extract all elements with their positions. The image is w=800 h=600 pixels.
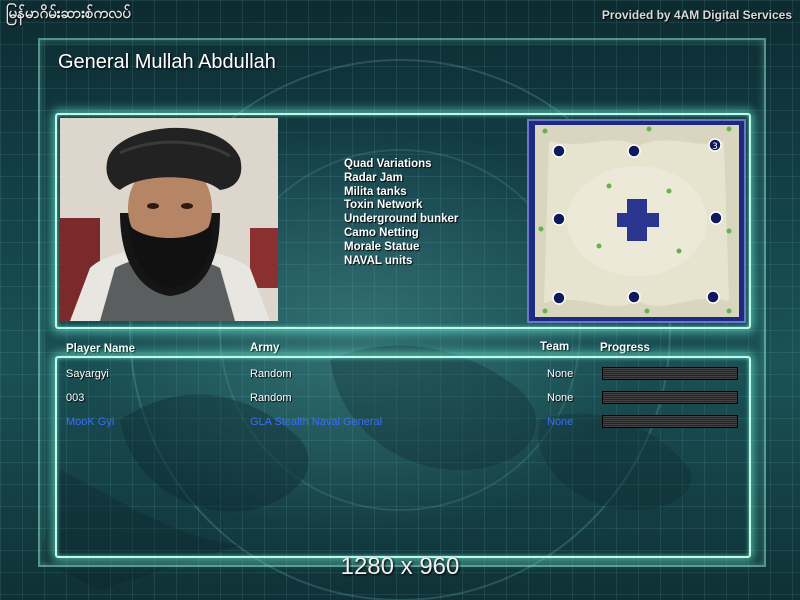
- player-row[interactable]: MooK Gyi GLA Stealth Naval General None: [0, 413, 800, 433]
- player-name: Sayargyi: [66, 368, 109, 380]
- player-list-panel: [55, 356, 751, 558]
- start-position-marker: [627, 290, 641, 304]
- player-army[interactable]: GLA Stealth Naval General: [250, 416, 382, 428]
- general-name: General Mullah Abdullah: [58, 51, 276, 73]
- player-progress-bar: [602, 415, 738, 428]
- player-team[interactable]: None: [547, 392, 573, 404]
- start-position-marker: [552, 144, 566, 158]
- resolution-label: 1280 x 960: [340, 553, 460, 580]
- player-army[interactable]: Random: [250, 392, 292, 404]
- player-name: MooK Gyi: [66, 416, 115, 428]
- upgrade-item: Milita tanks: [344, 185, 407, 198]
- start-position-marker: [552, 291, 566, 305]
- upgrade-item: Quad Variations: [344, 158, 432, 170]
- upgrade-item: Morale Statue: [344, 240, 420, 253]
- upgrade-item: Radar Jam: [344, 171, 403, 184]
- general-upgrades-list: Quad Variations Radar Jam Milita tanks T…: [344, 158, 458, 268]
- upgrade-item: NAVAL units: [344, 254, 413, 267]
- player-team[interactable]: None: [547, 368, 573, 380]
- start-position-marker: [706, 290, 720, 304]
- club-title: မြန်မာဂိမ်းဆားစ်ကလပ်: [6, 4, 131, 22]
- column-header-team: Team: [540, 341, 570, 353]
- upgrade-item: Toxin Network: [344, 199, 423, 212]
- player-team[interactable]: None: [547, 416, 573, 428]
- general-portrait: [60, 118, 278, 321]
- top-bar: မြန်မာဂိမ်းဆားစ်ကလပ် Provided by 4AM Dig…: [0, 0, 800, 30]
- player-progress-bar: [602, 367, 738, 380]
- start-position-marker: [709, 211, 723, 225]
- start-position-marker: [552, 212, 566, 226]
- map-player-badge: 3: [712, 142, 718, 152]
- column-header-army: Army: [250, 342, 280, 354]
- map-preview[interactable]: 3: [527, 119, 746, 323]
- player-army[interactable]: Random: [250, 368, 292, 380]
- start-position-marker: [627, 144, 641, 158]
- player-name: 003: [66, 392, 85, 404]
- player-row[interactable]: Sayargyi Random None: [0, 365, 800, 385]
- upgrade-item: Camo Netting: [344, 226, 419, 239]
- player-row[interactable]: 003 Random None: [0, 389, 800, 409]
- player-progress-bar: [602, 391, 738, 404]
- column-header-player: Player Name: [66, 343, 136, 355]
- provided-by-label: Provided by 4AM Digital Services: [601, 8, 792, 22]
- column-header-progress: Progress: [600, 342, 650, 354]
- upgrade-item: Underground bunker: [344, 213, 459, 226]
